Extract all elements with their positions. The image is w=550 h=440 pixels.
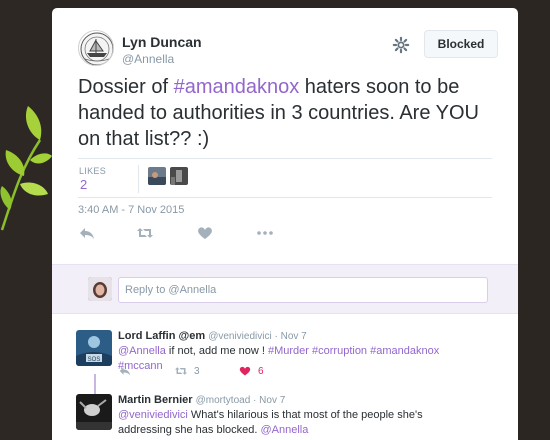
retweet-icon[interactable]	[174, 365, 188, 377]
retweet-icon[interactable]	[136, 225, 154, 241]
ship-seal-icon	[80, 32, 113, 65]
author-avatar[interactable]	[78, 30, 114, 66]
heart-icon[interactable]	[238, 365, 252, 377]
avatar-sos-label: SOS	[88, 357, 101, 363]
reply-like-action[interactable]: 6	[238, 365, 264, 377]
tweet-card: Lyn Duncan @Annella Blocked Dossier of #…	[52, 8, 518, 440]
current-user-avatar[interactable]	[88, 277, 112, 301]
hashtag-link[interactable]: #amandaknox	[174, 76, 300, 98]
vine-decoration	[0, 106, 52, 231]
page-background-right	[516, 0, 550, 440]
stats-divider	[138, 165, 139, 193]
reply-icon[interactable]	[78, 225, 96, 241]
gear-icon[interactable]	[392, 36, 410, 54]
reply-tweet[interactable]: SOS Lord Laffin @em @veniviedivici · Nov…	[76, 330, 496, 380]
heart-icon[interactable]	[196, 225, 214, 241]
reply-retweet-count: 3	[194, 365, 200, 377]
reply-reply-action[interactable]	[118, 365, 132, 377]
liker-avatar[interactable]	[170, 167, 188, 185]
reply-author-avatar[interactable]	[76, 394, 112, 430]
reply-author-line: Lord Laffin @em @veniviedivici · Nov 7	[118, 330, 307, 342]
more-icon[interactable]	[256, 225, 274, 241]
reply-retweet-action[interactable]: 3	[174, 365, 200, 377]
liker-avatar[interactable]	[148, 167, 166, 185]
reply-author-name[interactable]: Martin Bernier	[118, 394, 193, 406]
blocked-button[interactable]: Blocked	[424, 30, 498, 58]
author-handle[interactable]: @Annella	[122, 52, 174, 66]
likes-label[interactable]: LIKES	[79, 166, 106, 176]
reply-icon[interactable]	[118, 365, 132, 377]
reply-input[interactable]	[118, 277, 488, 303]
reply-composer	[52, 264, 518, 314]
reply-mention[interactable]: @veniviedivici	[118, 409, 188, 421]
reply-author-avatar[interactable]: SOS	[76, 330, 112, 366]
reply-tweet[interactable]: Martin Bernier @mortytoad · Nov 7 @veniv…	[76, 394, 496, 440]
reply-mention-2[interactable]: @Annella	[260, 424, 308, 436]
reply-author-name[interactable]: Lord Laffin @em	[118, 330, 205, 342]
reply-author-handle[interactable]: @veniviedivici	[208, 331, 272, 342]
page-background-left	[0, 0, 52, 440]
reply-text: @veniviedivici What's hilarious is that …	[118, 408, 478, 438]
reply-date[interactable]: Nov 7	[281, 331, 307, 342]
reply-actions: 3 6	[118, 365, 318, 379]
reply-author-line: Martin Bernier @mortytoad · Nov 7	[118, 394, 286, 406]
tweet-stats: LIKES 2	[78, 158, 492, 198]
tweet-timestamp[interactable]: 3:40 AM - 7 Nov 2015	[78, 204, 184, 216]
author-name[interactable]: Lyn Duncan	[122, 34, 202, 50]
reply-mention[interactable]: @Annella	[118, 345, 166, 357]
likes-count[interactable]: 2	[80, 177, 87, 192]
tweet-header: Lyn Duncan @Annella Blocked	[78, 30, 498, 70]
reply-author-handle[interactable]: @mortytoad	[196, 395, 251, 406]
reply-date[interactable]: Nov 7	[259, 395, 285, 406]
tweet-text-before: Dossier of	[78, 76, 174, 98]
tweet-text: Dossier of #amandaknox haters soon to be…	[78, 74, 498, 152]
reply-body: if not, add me now !	[165, 345, 268, 357]
reply-like-count: 6	[258, 365, 264, 377]
tweet-actions	[78, 225, 378, 245]
